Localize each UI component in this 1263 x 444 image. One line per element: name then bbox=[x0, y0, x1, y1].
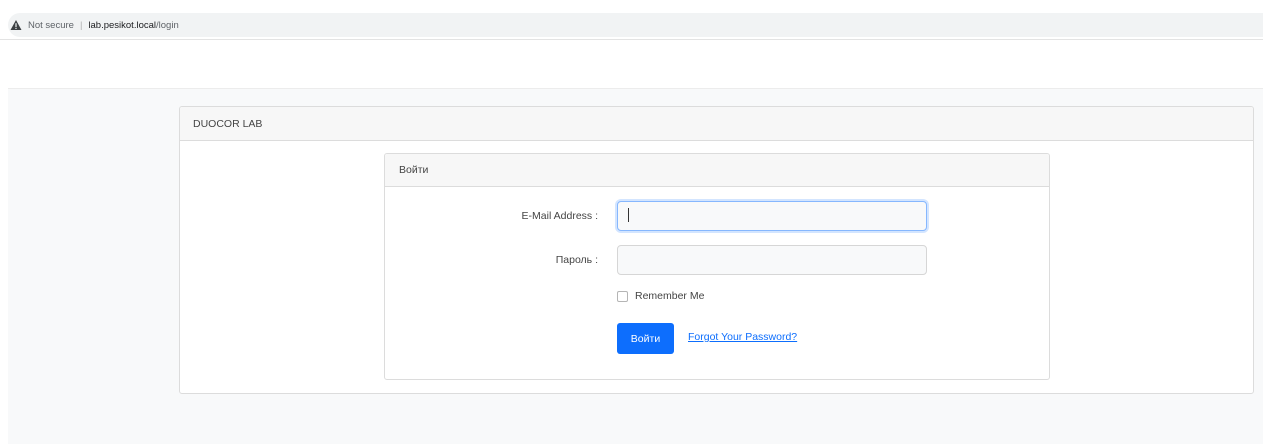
url-field[interactable]: Not secure | lab.pesikot.local/login bbox=[8, 13, 1263, 37]
text-caret bbox=[628, 208, 629, 222]
url-path: /login bbox=[156, 19, 179, 31]
password-field[interactable] bbox=[617, 245, 927, 275]
remember-me-checkbox[interactable] bbox=[617, 290, 628, 302]
login-button[interactable]: Войти bbox=[617, 323, 674, 354]
remember-me-label[interactable]: Remember Me bbox=[635, 290, 704, 302]
email-label: E-Mail Address : bbox=[521, 210, 598, 222]
remember-me-row[interactable]: Remember Me bbox=[617, 290, 704, 302]
password-label: Пароль : bbox=[555, 254, 598, 266]
security-label[interactable]: Not secure bbox=[28, 20, 74, 31]
app-title: DUOCOR LAB bbox=[193, 117, 263, 130]
address-separator: | bbox=[79, 19, 83, 31]
warning-icon[interactable] bbox=[10, 19, 22, 31]
browser-address-bar: Not secure | lab.pesikot.local/login bbox=[0, 0, 1263, 40]
login-card-title: Войти bbox=[399, 164, 429, 176]
login-card-header: Войти bbox=[385, 154, 1049, 187]
forgot-password-link[interactable]: Forgot Your Password? bbox=[688, 331, 797, 343]
app-card-header: DUOCOR LAB bbox=[180, 107, 1253, 141]
url-host: lab.pesikot.local bbox=[88, 19, 157, 31]
email-field[interactable] bbox=[617, 201, 927, 231]
page-top-spacer bbox=[0, 40, 1263, 88]
